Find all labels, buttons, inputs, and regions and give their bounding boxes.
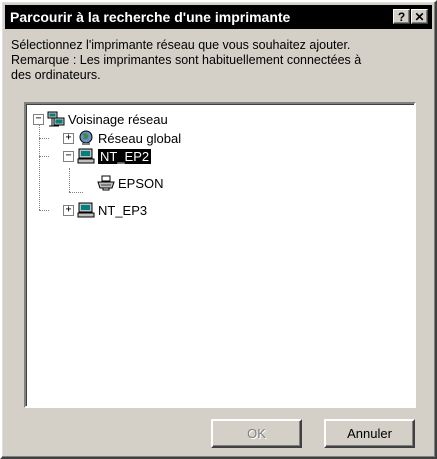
printer-browse-dialog: Parcourir à la recherche d'une imprimant… [0,0,437,459]
globe-icon [77,130,95,146]
close-button[interactable]: ✕ [411,9,428,24]
tree-connector [39,210,49,211]
collapse-toggle[interactable]: − [33,113,44,125]
tree-node-reseau-global[interactable]: + Réseau global [63,129,181,147]
computer-icon [77,148,95,164]
tree-connector [39,138,49,139]
printer-icon [97,175,115,191]
collapse-toggle[interactable]: − [63,150,74,162]
tree-connector [39,124,40,210]
tree-node-voisinage-reseau[interactable]: − Voisinage réseau [33,110,168,128]
instruction-text: Sélectionnez l'imprimante réseau que vou… [11,38,429,83]
ok-button[interactable]: OK [211,419,302,448]
tree-node-nt-ep2[interactable]: − NT_EP2 [63,147,152,165]
expand-toggle[interactable]: + [63,204,74,216]
tree-node-label: Réseau global [98,130,182,146]
tree-node-label-selected: NT_EP2 [98,148,152,164]
printer-tree-view[interactable]: − Voisinage réseau + Réseau global − NT_… [24,102,416,408]
tree-node-label: NT_EP3 [98,202,148,218]
tree-node-nt-ep3[interactable]: + NT_EP3 [63,201,147,219]
title-bar[interactable]: Parcourir à la recherche d'une imprimant… [5,5,432,29]
cancel-button[interactable]: Annuler [324,419,415,448]
instruction-line-2: Remarque : Les imprimantes sont habituel… [11,53,362,67]
tree-node-label: EPSON [118,175,164,191]
help-button[interactable]: ? [393,9,410,24]
tree-connector [39,156,49,157]
instruction-line-1: Sélectionnez l'imprimante réseau que vou… [11,38,351,52]
tree-connector [69,168,70,192]
tree-node-epson[interactable]: EPSON [97,174,164,192]
dialog-title: Parcourir à la recherche d'une imprimant… [10,9,291,25]
network-neighborhood-icon [47,111,65,127]
computer-icon [77,202,95,218]
expand-toggle[interactable]: + [63,132,74,144]
tree-connector [69,192,83,193]
tree-node-label: Voisinage réseau [68,111,168,127]
instruction-line-3: des ordinateurs. [11,68,101,82]
